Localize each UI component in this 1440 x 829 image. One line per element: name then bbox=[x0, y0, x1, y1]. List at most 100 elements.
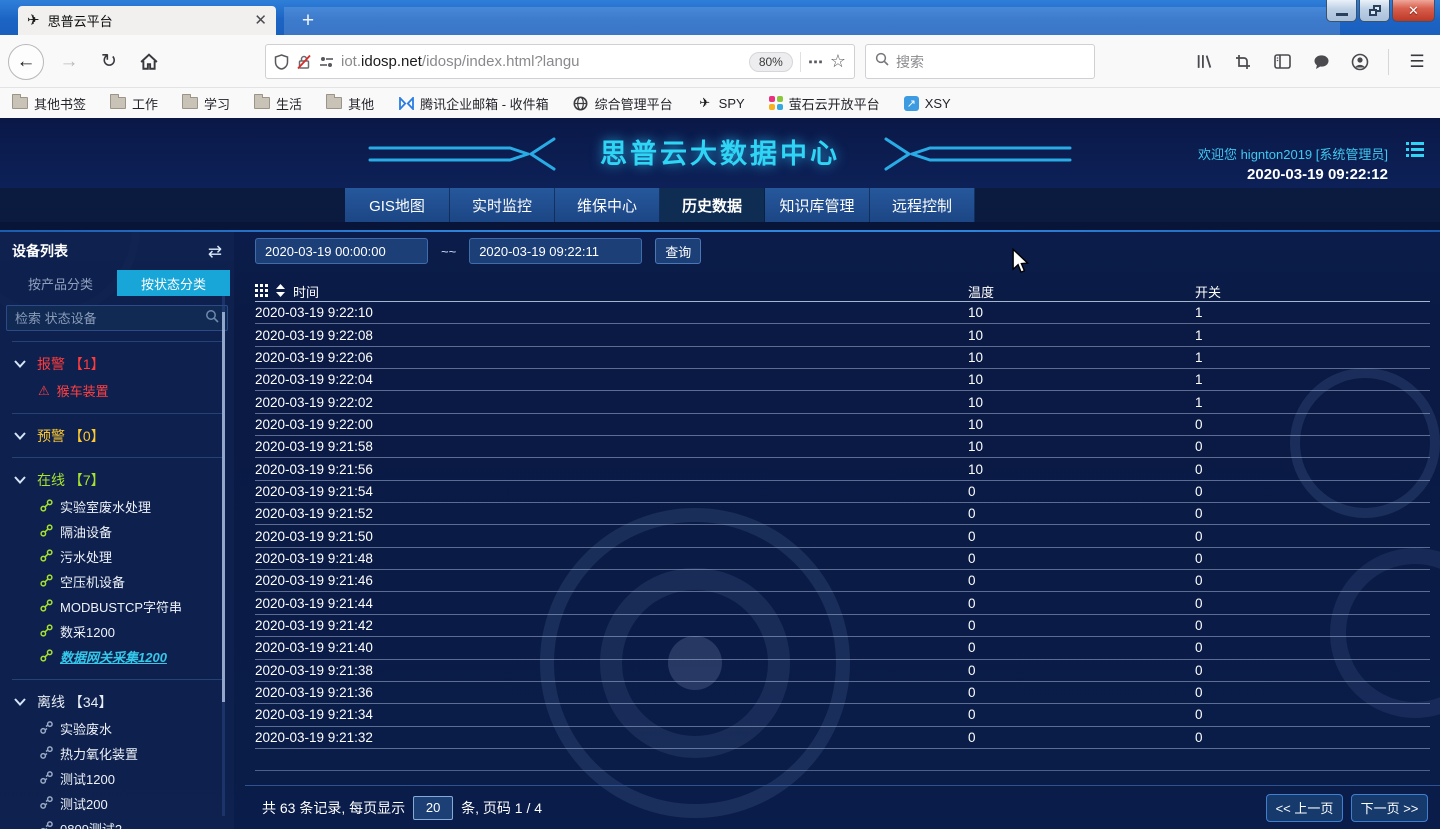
device-item-offline[interactable]: 实验废水 bbox=[0, 716, 234, 741]
table-row: 2020-03-19 9:22:04 10 1 bbox=[255, 369, 1430, 391]
table-row: 2020-03-19 9:21:54 0 0 bbox=[255, 481, 1430, 503]
group-offline-header[interactable]: 离线 【34】 bbox=[0, 691, 234, 713]
insecure-lock-icon[interactable] bbox=[296, 54, 312, 70]
bookmark-mail[interactable]: 腾讯企业邮箱 - 收件箱 bbox=[398, 94, 549, 113]
nav-tab[interactable]: 实时监控 bbox=[450, 188, 555, 222]
table-row: 2020-03-19 9:21:36 0 0 bbox=[255, 682, 1430, 704]
url-bar[interactable]: iot.idosp.net/idosp/index.html?langu 80%… bbox=[265, 44, 855, 79]
group-online-header[interactable]: 在线 【7】 bbox=[0, 469, 234, 491]
page-actions-icon[interactable]: ⋯ bbox=[808, 53, 823, 71]
collapse-swap-icon[interactable]: ⇄ bbox=[208, 243, 222, 260]
back-button[interactable]: ← bbox=[8, 44, 44, 80]
nav-tab[interactable]: 历史数据 bbox=[660, 188, 765, 222]
sort-icon[interactable] bbox=[276, 284, 285, 300]
device-item-offline[interactable]: 测试200 bbox=[0, 791, 234, 816]
window-minimize-button[interactable] bbox=[1326, 0, 1357, 22]
start-time-input[interactable] bbox=[255, 238, 428, 264]
table-row: 2020-03-19 9:21:44 0 0 bbox=[255, 592, 1430, 614]
bookmark-folder[interactable]: 学习 bbox=[182, 94, 230, 113]
device-item-online[interactable]: 隔油设备 bbox=[0, 519, 234, 544]
window-close-button[interactable]: ✕ bbox=[1392, 0, 1435, 22]
forward-button[interactable]: → bbox=[54, 47, 84, 77]
screenshot-crop-icon[interactable] bbox=[1228, 47, 1258, 77]
device-item-offline[interactable]: 测试1200 bbox=[0, 766, 234, 791]
column-chooser-grid-icon[interactable] bbox=[255, 284, 268, 300]
nav-tab[interactable]: 维保中心 bbox=[555, 188, 660, 222]
reload-button[interactable]: ↻ bbox=[94, 47, 124, 77]
bookmark-mgmt-platform[interactable]: 综合管理平台 bbox=[573, 94, 673, 113]
tab-close-icon[interactable]: ✕ bbox=[254, 13, 267, 28]
group-warning-header[interactable]: 预警 【0】 bbox=[0, 425, 234, 447]
page-size-input[interactable] bbox=[413, 796, 453, 820]
cell-switch: 0 bbox=[1195, 439, 1430, 454]
device-item-offline[interactable]: 热力氧化装置 bbox=[0, 741, 234, 766]
device-search-input[interactable] bbox=[15, 311, 205, 326]
device-search-box[interactable] bbox=[6, 305, 228, 331]
bookmark-xsy[interactable]: ↗ XSY bbox=[904, 96, 951, 111]
url-text[interactable]: iot.idosp.net/idosp/index.html?langu bbox=[341, 53, 742, 70]
bookmark-ezviz[interactable]: 萤石云开放平台 bbox=[769, 94, 880, 113]
device-item-online[interactable]: 实验室废水处理 bbox=[0, 494, 234, 519]
search-bar[interactable]: 搜索 bbox=[865, 44, 1095, 79]
messages-bubble-icon[interactable] bbox=[1306, 47, 1336, 77]
bookmark-folder[interactable]: 其他 bbox=[326, 94, 374, 113]
device-item-online[interactable]: 空压机设备 bbox=[0, 569, 234, 594]
home-button[interactable] bbox=[134, 47, 164, 77]
tab-title: 思普云平台 bbox=[48, 11, 247, 30]
tracking-shield-icon[interactable] bbox=[274, 54, 289, 70]
prev-page-button[interactable]: << 上一页 bbox=[1266, 794, 1343, 822]
welcome-user: 欢迎您 hignton2019 [系统管理员] bbox=[1198, 144, 1388, 163]
ezviz-icon bbox=[769, 96, 783, 110]
device-item-offline[interactable]: 0809测试2 bbox=[0, 816, 234, 829]
cell-switch: 0 bbox=[1195, 417, 1430, 432]
cell-switch: 0 bbox=[1195, 685, 1430, 700]
query-button[interactable]: 查询 bbox=[655, 238, 701, 264]
permissions-icon[interactable] bbox=[319, 55, 334, 69]
device-item-online[interactable]: 数采1200 bbox=[0, 619, 234, 644]
cell-time: 2020-03-19 9:21:46 bbox=[255, 573, 968, 588]
window-restore-button[interactable] bbox=[1359, 0, 1390, 22]
device-item-alarm[interactable]: ⚠ 猴车装置 bbox=[0, 378, 234, 403]
sidebar-scrollbar-thumb[interactable] bbox=[222, 312, 225, 702]
new-tab-button[interactable]: + bbox=[293, 9, 323, 33]
cell-time: 2020-03-19 9:21:42 bbox=[255, 618, 968, 633]
link-chain-icon bbox=[40, 599, 53, 615]
sidebar-toggle-icon[interactable] bbox=[1267, 47, 1297, 77]
end-time-input[interactable] bbox=[469, 238, 642, 264]
cell-time: 2020-03-19 9:21:58 bbox=[255, 439, 968, 454]
cell-time: 2020-03-19 9:21:48 bbox=[255, 551, 968, 566]
account-icon[interactable] bbox=[1345, 47, 1375, 77]
browser-tab[interactable]: ✈ 思普云平台 ✕ bbox=[18, 6, 276, 35]
link-chain-icon bbox=[40, 549, 53, 565]
nav-tab[interactable]: GIS地图 bbox=[345, 188, 450, 222]
library-icon[interactable] bbox=[1189, 47, 1219, 77]
tab-by-status[interactable]: 按状态分类 bbox=[117, 270, 230, 296]
tab-by-product[interactable]: 按产品分类 bbox=[4, 270, 117, 296]
bookmark-spy[interactable]: ✈ SPY bbox=[697, 95, 745, 111]
cell-time: 2020-03-19 9:22:02 bbox=[255, 395, 968, 410]
bookmark-folder[interactable]: 其他书签 bbox=[12, 94, 86, 113]
mouse-cursor bbox=[1011, 248, 1029, 274]
device-item-online[interactable]: MODBUSTCP字符串 bbox=[0, 594, 234, 619]
device-item-online[interactable]: 数据网关采集1200 bbox=[0, 644, 234, 669]
cell-time: 2020-03-19 9:21:56 bbox=[255, 462, 968, 477]
bookmark-folder[interactable]: 工作 bbox=[110, 94, 158, 113]
menu-hamburger-icon[interactable]: ☰ bbox=[1402, 47, 1432, 77]
table-row: 2020-03-19 9:21:58 10 0 bbox=[255, 436, 1430, 458]
cell-temperature: 0 bbox=[968, 573, 1195, 588]
bookmark-folder[interactable]: 生活 bbox=[254, 94, 302, 113]
nav-tab[interactable]: 远程控制 bbox=[870, 188, 975, 222]
broken-link-icon bbox=[40, 746, 53, 762]
folder-icon bbox=[110, 97, 126, 109]
header-list-icon[interactable] bbox=[1406, 142, 1424, 162]
nav-tab[interactable]: 知识库管理 bbox=[765, 188, 870, 222]
browser-toolbar: ← → ↻ iot.idosp.net/idosp/index.html?lan… bbox=[0, 35, 1440, 88]
table-row: 2020-03-19 9:21:32 0 0 bbox=[255, 727, 1430, 749]
group-alarm-header[interactable]: 报警 【1】 bbox=[0, 353, 234, 375]
zoom-level-badge[interactable]: 80% bbox=[749, 52, 793, 72]
bookmark-star-icon[interactable]: ☆ bbox=[830, 51, 846, 72]
link-chain-icon bbox=[40, 524, 53, 540]
device-item-online[interactable]: 污水处理 bbox=[0, 544, 234, 569]
next-page-button[interactable]: 下一页 >> bbox=[1351, 794, 1428, 822]
cell-temperature: 10 bbox=[968, 462, 1195, 477]
